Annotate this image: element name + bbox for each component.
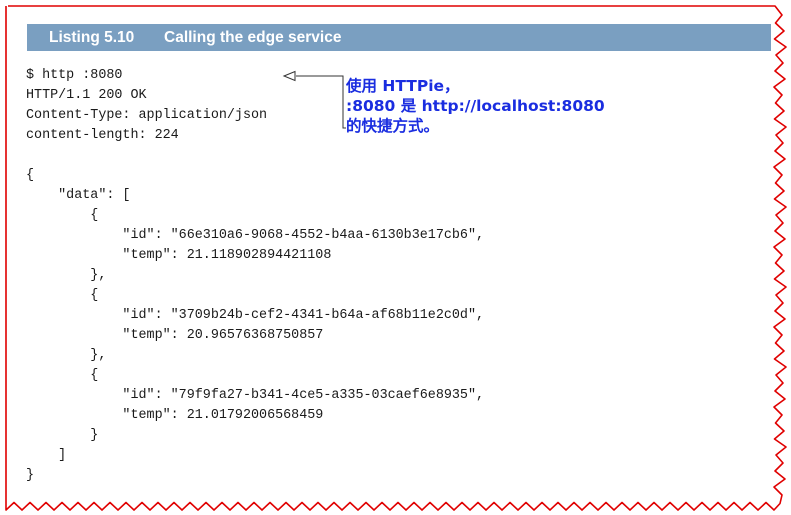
code-line: "id": "66e310a6-9068-4552-b4aa-6130b3e17… xyxy=(26,228,485,243)
code-line: "id": "3709b24b-cef2-4341-b64a-af68b11e2… xyxy=(26,308,485,323)
annotation-line: :8080 是 http://localhost:8080 xyxy=(346,97,605,115)
code-line: "data": [ xyxy=(26,188,131,203)
code-line: { xyxy=(26,288,99,303)
annotation-line: 的快捷方式。 xyxy=(346,117,440,135)
code-line: "id": "79f9fa27-b341-4ce5-a335-03caef6e8… xyxy=(26,388,485,403)
code-line: }, xyxy=(26,268,107,283)
annotation-line: 使用 HTTPie， xyxy=(346,77,460,95)
callout-annotation: 使用 HTTPie， :8080 是 http://localhost:8080 的… xyxy=(346,76,605,136)
code-line: "temp": 20.96576368750857 xyxy=(26,328,324,343)
code-line: "temp": 21.118902894421108 xyxy=(26,248,332,263)
code-line: } xyxy=(26,428,99,443)
code-line: "temp": 21.01792006568459 xyxy=(26,408,324,423)
code-line: { xyxy=(26,168,35,183)
listing-title: Calling the edge service xyxy=(164,29,342,46)
code-line: ] xyxy=(26,448,67,463)
code-line: } xyxy=(26,468,35,483)
code-line: }, xyxy=(26,348,107,363)
listing-header: Listing 5.10 Calling the edge service xyxy=(27,24,771,51)
listing-number: Listing 5.10 xyxy=(49,29,135,46)
code-line: { xyxy=(26,368,99,383)
code-line: { xyxy=(26,208,99,223)
